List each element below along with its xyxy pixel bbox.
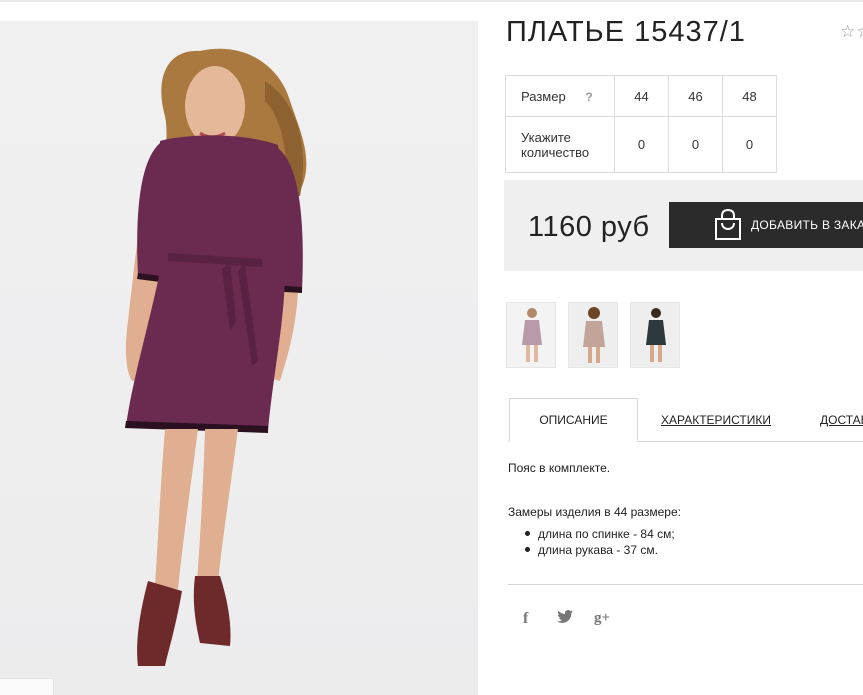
google-plus-icon[interactable]: g+ <box>594 610 610 627</box>
product-main-photo[interactable] <box>0 21 478 695</box>
quantity-input-48[interactable]: 0 <box>722 116 777 173</box>
thumbnail-1-image <box>507 303 555 367</box>
product-title: ПЛАТЬЕ 15437/1 <box>506 16 746 48</box>
facebook-icon[interactable]: f <box>523 610 528 628</box>
add-to-order-button[interactable]: ДОБАВИТЬ В ЗАКАЗ <box>669 202 863 248</box>
measurements-heading: Замеры изделия в 44 размере: <box>508 505 681 519</box>
size-48: 48 <box>722 75 777 117</box>
rating-stars[interactable]: ☆☆ <box>840 22 863 42</box>
size-quantity-table: Размер ? 44 46 48 Укажите количество 0 0… <box>505 75 777 173</box>
price: 1160 руб <box>528 211 650 243</box>
tab-characteristics[interactable]: ХАРАКТЕРИСТИКИ <box>661 398 771 442</box>
content-divider <box>508 584 863 585</box>
size-label: Размер <box>521 88 566 104</box>
quantity-input-46[interactable]: 0 <box>668 116 723 173</box>
model-illustration <box>125 48 307 666</box>
quantity-label: Укажите количество <box>505 116 615 173</box>
list-item: длина по спинке - 84 см; <box>524 526 675 542</box>
photo-corner-tab <box>0 678 54 695</box>
list-item: длина рукава - 37 см. <box>524 542 675 558</box>
twitter-bird-icon <box>557 610 573 623</box>
size-44: 44 <box>614 75 669 117</box>
quantity-input-44[interactable]: 0 <box>614 116 669 173</box>
size-help-icon[interactable]: ? <box>585 90 592 104</box>
thumbnail-3[interactable] <box>630 302 680 368</box>
thumbnail-2-image <box>569 303 617 367</box>
shopping-bag-icon <box>715 209 741 240</box>
twitter-icon[interactable] <box>557 610 573 626</box>
thumbnail-2[interactable] <box>568 302 618 368</box>
thumbnail-1[interactable] <box>506 302 556 368</box>
tab-delivery[interactable]: ДОСТАВКА <box>820 398 863 442</box>
add-to-order-label: ДОБАВИТЬ В ЗАКАЗ <box>751 218 863 232</box>
tab-description[interactable]: ОПИСАНИЕ <box>509 398 638 442</box>
size-46: 46 <box>668 75 723 117</box>
top-divider <box>0 0 863 2</box>
thumbnail-3-image <box>631 303 679 367</box>
description-text: Пояс в комплекте. <box>508 461 611 475</box>
size-label-cell: Размер ? <box>505 75 615 117</box>
measurements-list: длина по спинке - 84 см; длина рукава - … <box>524 526 675 558</box>
price-block: 1160 руб ДОБАВИТЬ В ЗАКАЗ <box>504 180 863 271</box>
